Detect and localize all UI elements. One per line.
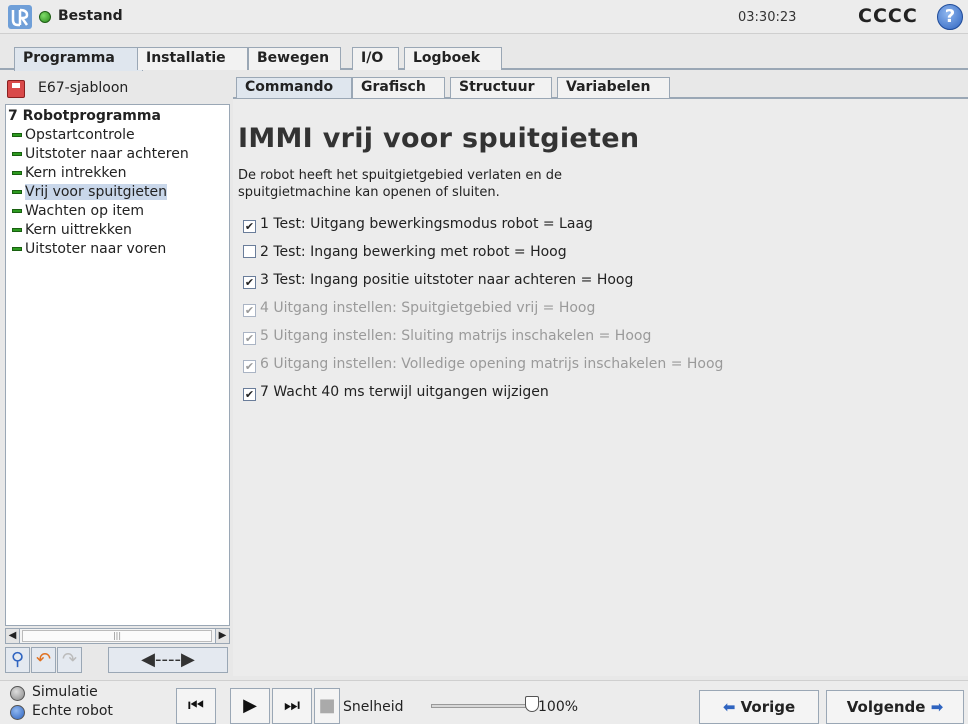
clock: 03:30:23: [738, 10, 797, 25]
tab-structuur[interactable]: Structuur: [450, 77, 552, 98]
tree-root-label: Robotprogramma: [22, 108, 161, 124]
check-item-5: ✔ 5 Uitgang instellen: Sluiting matrijs i…: [243, 328, 651, 345]
ur-logo-icon: [8, 5, 32, 29]
search-icon[interactable]: ⚲: [5, 647, 30, 673]
tree-root-marker: 7: [8, 108, 18, 124]
bottom-bar: Simulatie Echte robot ⏮ ▶ ⏭ ■ Snelheid 1…: [0, 680, 968, 724]
check-item-3[interactable]: ✔ 3 Test: Ingang positie uitstoter naar a…: [243, 272, 633, 289]
tab-programma[interactable]: Programma: [14, 47, 143, 71]
undo-icon[interactable]: ↶: [31, 647, 56, 673]
program-tree: 7 Robotprogramma Opstartcontrole Uitstot…: [5, 104, 230, 626]
scroll-right-icon[interactable]: ▶: [215, 629, 229, 643]
command-panel: IMMI vrij voor spuitgieten De robot heef…: [233, 99, 968, 676]
scrollbar-thumb[interactable]: |||: [22, 630, 212, 642]
tab-variabelen[interactable]: Variabelen: [557, 77, 670, 98]
tree-item-opstartcontrole[interactable]: Opstartcontrole: [12, 127, 135, 146]
speed-slider-track[interactable]: [431, 704, 531, 708]
speed-value: 100%: [538, 699, 579, 715]
tab-logboek[interactable]: Logboek: [404, 47, 502, 70]
tree-item-label: Vrij voor spuitgieten: [25, 184, 167, 200]
checkbox-unchecked-icon[interactable]: [243, 245, 256, 258]
check-label: 3 Test: Ingang positie uitstoter naar ac…: [260, 272, 634, 288]
tree-item-label: Uitstoter naar achteren: [25, 146, 189, 162]
command-title: IMMI vrij voor spuitgieten: [238, 123, 640, 154]
previous-label: Vorige: [740, 698, 796, 716]
tab-installatie[interactable]: Installatie: [137, 47, 248, 70]
tree-item-kern-uittrekken[interactable]: Kern uittrekken: [12, 222, 132, 241]
file-menu-title[interactable]: Bestand: [58, 8, 123, 24]
arrow-left-icon: ⬅: [722, 698, 736, 716]
checkbox-checked-icon: ✔: [243, 360, 256, 373]
tree-item-label: Opstartcontrole: [25, 127, 135, 143]
rewind-button[interactable]: ⏮: [176, 688, 216, 724]
tree-item-uitstoter-naar-achteren[interactable]: Uitstoter naar achteren: [12, 146, 189, 165]
tree-toolbar: ⚲ ↶ ↷ ◀----▶: [5, 646, 230, 674]
check-item-7[interactable]: ✔ 7 Wacht 40 ms terwijl uitgangen wijzige…: [243, 384, 549, 401]
tab-commando[interactable]: Commando: [236, 77, 352, 98]
tree-item-vrij-voor-spuitgieten[interactable]: Vrij voor spuitgieten: [12, 184, 167, 203]
node-icon: [12, 133, 22, 137]
node-icon: [12, 171, 22, 175]
scroll-left-icon[interactable]: ◀: [6, 629, 20, 643]
check-item-1[interactable]: ✔ 1 Test: Uitgang bewerkingsmodus robot =…: [243, 216, 593, 233]
program-file-name: E67-sjabloon: [38, 80, 129, 96]
check-label: 2 Test: Ingang bewerking met robot = Hoo…: [260, 244, 567, 260]
tree-item-wachten-op-item[interactable]: Wachten op item: [12, 203, 144, 222]
tab-grafisch[interactable]: Grafisch: [352, 77, 445, 98]
simulation-label[interactable]: Simulatie: [32, 684, 98, 700]
speed-label: Snelheid: [343, 699, 404, 715]
save-icon[interactable]: [7, 80, 25, 98]
previous-button[interactable]: ⬅ Vorige: [699, 690, 819, 724]
tab-bewegen[interactable]: Bewegen: [248, 47, 341, 70]
tree-horizontal-scrollbar[interactable]: ◀ ||| ▶: [5, 628, 230, 644]
node-icon: [12, 228, 22, 232]
tab-io[interactable]: I/O: [352, 47, 399, 70]
tree-root[interactable]: 7 Robotprogramma: [8, 108, 161, 124]
checkbox-checked-icon: ✔: [243, 332, 256, 345]
tree-item-label: Wachten op item: [25, 203, 145, 219]
real-robot-label[interactable]: Echte robot: [32, 703, 113, 719]
move-node-icon[interactable]: ◀----▶: [108, 647, 228, 673]
simulation-radio-icon[interactable]: [10, 686, 25, 701]
next-button[interactable]: Volgende ➡: [826, 690, 964, 724]
command-description: De robot heeft het spuitgietgebied verla…: [238, 168, 562, 200]
play-button[interactable]: ▶: [230, 688, 270, 724]
check-label: 4 Uitgang instellen: Spuitgietgebied vri…: [260, 300, 596, 316]
check-label: 1 Test: Uitgang bewerkingsmodus robot = …: [260, 216, 593, 232]
node-icon: [12, 247, 22, 251]
check-item-4: ✔ 4 Uitgang instellen: Spuitgietgebied vr…: [243, 300, 595, 317]
checkbox-checked-icon[interactable]: ✔: [243, 276, 256, 289]
node-icon: [12, 209, 22, 213]
title-bar: Bestand 03:30:23 CCCC ?: [0, 0, 968, 34]
tree-item-label: Kern uittrekken: [25, 222, 132, 238]
checkbox-checked-icon[interactable]: ✔: [243, 220, 256, 233]
arrow-right-icon: ➡: [930, 698, 944, 716]
check-item-6: ✔ 6 Uitgang instellen: Volledige opening …: [243, 356, 723, 373]
help-icon[interactable]: ?: [937, 4, 963, 30]
checkbox-checked-icon: ✔: [243, 304, 256, 317]
stop-button[interactable]: ■: [314, 688, 340, 724]
tree-item-label: Kern intrekken: [25, 165, 127, 181]
real-robot-radio-icon[interactable]: [10, 705, 25, 720]
redo-icon[interactable]: ↷: [57, 647, 82, 673]
robot-name: CCCC: [858, 5, 918, 27]
tree-item-label: Uitstoter naar voren: [25, 241, 167, 257]
check-label: 5 Uitgang instellen: Sluiting matrijs in…: [260, 328, 652, 344]
tree-item-kern-intrekken[interactable]: Kern intrekken: [12, 165, 126, 184]
robot-status-icon: [39, 11, 51, 23]
program-file-row[interactable]: E67-sjabloon: [5, 77, 230, 101]
check-label: 6 Uitgang instellen: Volledige opening m…: [260, 356, 724, 372]
speed-slider-thumb[interactable]: [525, 696, 539, 712]
node-icon: [12, 152, 22, 156]
step-button[interactable]: ⏭: [272, 688, 312, 724]
check-label: 7 Wacht 40 ms terwijl uitgangen wijzigen: [260, 384, 549, 400]
next-label: Volgende: [846, 698, 926, 716]
program-panel: E67-sjabloon 7 Robotprogramma Opstartcon…: [5, 77, 230, 675]
check-item-2[interactable]: 2 Test: Ingang bewerking met robot = Hoo…: [243, 244, 567, 260]
node-icon: [12, 190, 22, 194]
tree-item-uitstoter-naar-voren[interactable]: Uitstoter naar voren: [12, 241, 166, 260]
checkbox-checked-icon[interactable]: ✔: [243, 388, 256, 401]
